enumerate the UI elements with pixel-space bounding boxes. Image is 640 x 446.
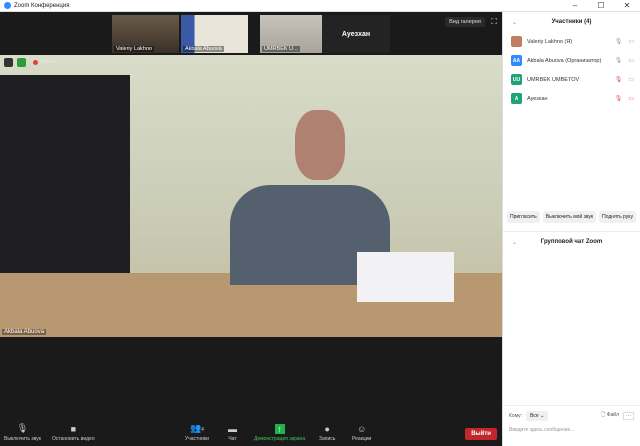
thumbnail-video[interactable]: UMRBEK U... [260, 15, 327, 53]
chevron-down-icon[interactable]: ⌄ [512, 19, 517, 26]
reactions-label: Реакции [352, 436, 372, 442]
file-button[interactable]: 🗋 Файл [601, 412, 619, 420]
main-video: Запись Akbala Abuova [0, 55, 502, 337]
thumbnail-video[interactable]: Akbala Abuova [181, 15, 248, 53]
title-bar: Zoom Конференция – ☐ ✕ [0, 0, 640, 12]
participants-button[interactable]: 👥4 Участники [185, 423, 209, 442]
mute-me-button[interactable]: Выключить мой звук [542, 211, 597, 223]
stop-video-button[interactable]: ■ Остановить видео [52, 424, 95, 442]
share-screen-icon: ↑ [274, 424, 285, 434]
to-label: Кому: [509, 413, 523, 419]
thumbnail-video[interactable]: Valeriy Lakhno [112, 15, 179, 53]
security-shield-icon[interactable] [17, 58, 26, 67]
thumbnail-name: UMRBEK U... [262, 46, 300, 52]
file-label: Файл [606, 412, 619, 418]
microphone-muted-icon[interactable]: 🎙 [615, 76, 623, 83]
participants-count: 4 [201, 427, 204, 433]
avatar: A [511, 93, 522, 104]
participant-name: Valeriy Lakhno (Я) [527, 38, 573, 45]
record-label: Запись [319, 436, 336, 442]
meeting-stage: Valeriy Lakhno Akbala Abuova UMRBEK U...… [0, 12, 502, 446]
person-head-shape [295, 110, 345, 180]
recipient-value: Все [530, 413, 539, 419]
thumbnail-name: Ауезхан [341, 30, 371, 38]
invite-button[interactable]: Пригласить [507, 211, 540, 223]
microphone-muted-icon[interactable]: 🎙 [615, 95, 623, 102]
chat-button[interactable]: ▬ Чат [228, 424, 237, 442]
video-camera-icon: ■ [70, 424, 77, 434]
participant-item[interactable]: AA Akbala Abuova (Организатор) 🎙 ▭ [503, 51, 640, 70]
reactions-button[interactable]: ☺ Реакции [352, 424, 371, 442]
avatar [511, 36, 522, 47]
side-panel: ⌄ Участники (4) Valeriy Lakhno (Я) 🎙 ▭ AA Ak… [502, 12, 640, 446]
mute-button[interactable]: 🎙 Выключить звук [4, 423, 41, 442]
participant-name: UMRBEK UMBETOV [527, 76, 580, 83]
zoom-logo-icon [4, 2, 11, 9]
share-label: Демонстрация экрана [254, 436, 306, 442]
thumbnail-name: Akbala Abuova [183, 46, 224, 52]
chevron-down-icon[interactable]: ⌄ [512, 239, 517, 246]
monitor-shape [0, 75, 130, 275]
microphone-icon[interactable]: 🎙 [615, 57, 623, 64]
video-off-icon[interactable]: ▭ [628, 95, 634, 102]
recording-label: Запись [40, 59, 57, 65]
thumbnail-strip: Valeriy Lakhno Akbala Abuova UMRBEK U...… [0, 12, 502, 55]
chat-title: Групповой чат Zoom [540, 239, 603, 245]
speaker-name: Akbala Abuova [2, 329, 47, 335]
more-button[interactable]: ··· [623, 412, 634, 420]
avatar: AA [511, 55, 522, 66]
participant-item[interactable]: UU UMRBEK UMBETOV 🎙 ▭ [503, 70, 640, 89]
fullscreen-icon[interactable]: ⛶ [491, 17, 497, 27]
participant-item[interactable]: A Ауезхан 🎙 ▭ [503, 89, 640, 108]
chat-label: Чат [228, 436, 237, 442]
nameplate-shape [357, 252, 454, 302]
thumbnail-name: Valeriy Lakhno [114, 46, 154, 52]
participant-name: Akbala Abuova (Организатор) [527, 57, 602, 64]
raise-hand-button[interactable]: Поднять руку [599, 211, 637, 223]
participants-label: Участники [185, 436, 209, 442]
mute-label: Выключить звук [4, 436, 41, 442]
window-title: Zoom Конференция [14, 2, 70, 9]
video-camera-icon[interactable]: ▭ [628, 57, 634, 64]
close-button[interactable]: ✕ [614, 0, 640, 12]
minimize-button[interactable]: – [562, 0, 588, 12]
participants-icon: 👥4 [189, 423, 204, 433]
avatar: UU [511, 74, 522, 85]
video-camera-icon[interactable]: ▭ [628, 38, 634, 45]
video-camera-icon[interactable]: ▭ [628, 76, 634, 83]
gallery-view-button[interactable]: Вид галереи [445, 17, 485, 27]
leave-button[interactable]: Выйти [465, 428, 497, 440]
share-screen-button[interactable]: ↑ Демонстрация экрана [254, 424, 305, 442]
participant-name: Ауезхан [527, 95, 548, 102]
reactions-icon: ☺ [357, 424, 367, 434]
record-button[interactable]: ● Запись [319, 424, 335, 442]
thumbnail-avatar[interactable]: Ауезхан [322, 15, 390, 53]
participants-title: Участники (4) [551, 19, 592, 25]
meeting-toolbar: 🎙 Выключить звук ■ Остановить видео 👥4 Учас… [0, 405, 502, 446]
maximize-button[interactable]: ☐ [588, 0, 614, 12]
chat-icon: ▬ [228, 424, 237, 434]
microphone-icon[interactable]: 🎙 [615, 38, 623, 45]
recording-indicator: Запись [33, 59, 56, 65]
chat-input[interactable]: Введите здесь сообщение... [509, 427, 634, 433]
recipient-select[interactable]: Все ⌄ [526, 411, 549, 421]
microphone-icon: 🎙 [16, 423, 29, 433]
participant-item[interactable]: Valeriy Lakhno (Я) 🎙 ▭ [503, 32, 640, 51]
record-icon: ● [324, 424, 330, 434]
video-label: Остановить видео [52, 436, 95, 442]
record-dot-icon [33, 59, 38, 65]
info-icon[interactable] [4, 58, 13, 67]
